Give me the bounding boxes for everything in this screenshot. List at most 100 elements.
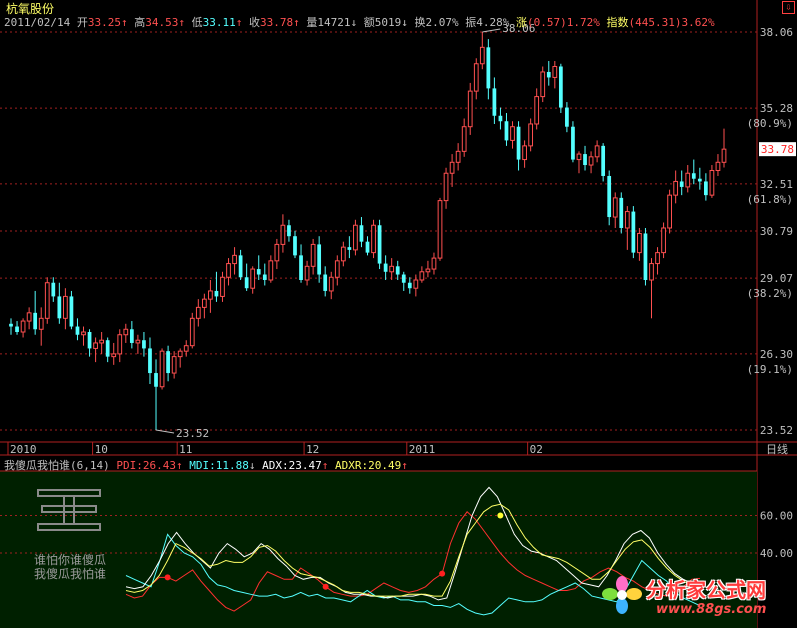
candle-body xyxy=(57,296,62,319)
candle-body xyxy=(201,298,207,308)
candle-body xyxy=(619,197,624,228)
flower-logo-icon xyxy=(602,576,642,616)
quote-bar: 2011/02/14 开33.25↑ 高34.53↑ 低33.11↑ 收33.7… xyxy=(4,14,715,30)
candle-body xyxy=(631,211,636,253)
candle-body xyxy=(33,312,38,330)
up-arrow-icon: ↑ xyxy=(120,16,128,29)
candle-body xyxy=(238,255,243,278)
candle-body xyxy=(558,66,563,108)
last-price-tag: 33.78 xyxy=(761,143,794,156)
open-label: 开 xyxy=(76,16,88,29)
candle-body xyxy=(232,254,237,265)
candle-body xyxy=(565,107,569,127)
candle-body xyxy=(166,351,170,374)
price-tick-label: 35.28 xyxy=(760,102,793,115)
up-arrow-icon: ↑ xyxy=(401,459,408,472)
indicator-level-label: 40.00 xyxy=(760,547,793,560)
candle-body xyxy=(129,329,134,343)
candle-body xyxy=(93,342,98,349)
amplitude-value: 4.28% xyxy=(476,16,510,29)
candle-body xyxy=(177,350,183,358)
candle-body xyxy=(287,225,291,237)
candle-body xyxy=(63,295,68,319)
amount-value: 5019 xyxy=(374,16,402,29)
candle-body xyxy=(51,282,56,297)
candle-body xyxy=(522,145,527,161)
candle-body xyxy=(280,224,286,245)
candle-body xyxy=(661,227,666,254)
candle-body xyxy=(479,46,485,65)
close-box-icon[interactable]: ⇩ xyxy=(782,1,795,14)
candle-body xyxy=(334,260,340,278)
candle-body xyxy=(540,71,546,98)
candle-body xyxy=(383,263,388,272)
open-value: 33.25 xyxy=(87,16,121,29)
index-pct: 3.62% xyxy=(681,16,715,29)
candle-body xyxy=(425,268,431,273)
down-arrow-icon: ↓ xyxy=(401,16,408,29)
up-arrow-icon: ↑ xyxy=(235,16,243,29)
candle-body xyxy=(347,247,352,250)
candle-body xyxy=(516,126,521,160)
volume-value: 14721 xyxy=(317,16,351,29)
candle-body xyxy=(20,320,26,333)
indicator-title-bar: 我傻瓜我怕谁(6,14) PDI:26.43↑ MDI:11.88↓ ADX:2… xyxy=(4,457,408,473)
candle-body xyxy=(299,255,303,280)
candle-body xyxy=(649,263,654,281)
candle-body xyxy=(208,290,213,300)
candle-body xyxy=(105,340,110,357)
price-tick-label: 38.06 xyxy=(760,26,793,39)
index-label: 指数 xyxy=(606,16,629,29)
candle-body xyxy=(679,181,684,187)
adxr-value: 20.49 xyxy=(368,459,402,472)
up-arrow-icon: ↑ xyxy=(293,16,300,29)
time-tick-label: 12 xyxy=(306,443,319,456)
candle-body xyxy=(594,145,600,158)
up-arrow-icon: ↑ xyxy=(178,16,185,29)
candle-body xyxy=(571,126,575,160)
change-pct: 1.72% xyxy=(566,16,600,29)
candle-body xyxy=(328,276,334,292)
candle-body xyxy=(81,331,86,336)
price-tick-label: 23.52 xyxy=(760,424,793,437)
candle-body xyxy=(117,334,123,355)
candle-body xyxy=(377,225,382,264)
turnover-value: 2.07% xyxy=(425,16,459,29)
candle-body xyxy=(691,173,696,179)
watermark-text: 谁怕你谁傻瓜 我傻瓜我怕谁 xyxy=(30,553,110,581)
candle-body xyxy=(449,161,455,174)
indicator-name: 我傻瓜我怕谁(6,14) xyxy=(4,459,110,472)
up-arrow-icon: ↑ xyxy=(321,459,329,472)
candle-body xyxy=(359,225,364,242)
period-label: 日线 xyxy=(766,442,788,456)
close-label: 收 xyxy=(248,16,260,29)
candle-body xyxy=(123,328,129,336)
indicator-level-label: 60.00 xyxy=(760,510,793,523)
mdi-value: 11.88 xyxy=(215,459,249,472)
candle-body xyxy=(583,154,587,166)
site-logo: 分析家公式网 www.88gs.com xyxy=(596,570,792,624)
time-tick-label: 10 xyxy=(95,443,108,456)
candle-body xyxy=(293,236,297,256)
candle-body xyxy=(9,323,13,327)
candle-body xyxy=(667,194,672,229)
candle-body xyxy=(395,266,400,275)
down-arrow-icon: ↓ xyxy=(350,16,358,29)
candle-body xyxy=(195,306,201,319)
candle-body xyxy=(75,326,80,335)
price-tick-label: 32.51 xyxy=(760,178,793,191)
time-tick-label: 2010 xyxy=(10,443,37,456)
adx-label: ADX: xyxy=(262,459,289,472)
chart-canvas[interactable]: 38.06 35.28 (80.9%) 32.51 (61.8%) 30.79 29.07 (… xyxy=(0,0,797,628)
candle-body xyxy=(389,265,395,273)
change-label: 涨 xyxy=(515,16,527,29)
candle-body xyxy=(455,150,461,163)
index-value: (445.31) xyxy=(628,16,682,29)
candle-body xyxy=(709,170,715,196)
adxr-label: ADXR: xyxy=(335,459,369,472)
candle-body xyxy=(461,126,467,152)
stock-chart-window: 38.06 35.28 (80.9%) 32.51 (61.8%) 30.79 29.07 (… xyxy=(0,0,797,628)
candle-body xyxy=(643,233,648,280)
candle-body xyxy=(135,339,141,344)
price-pct-label: (80.9%) xyxy=(747,117,793,130)
